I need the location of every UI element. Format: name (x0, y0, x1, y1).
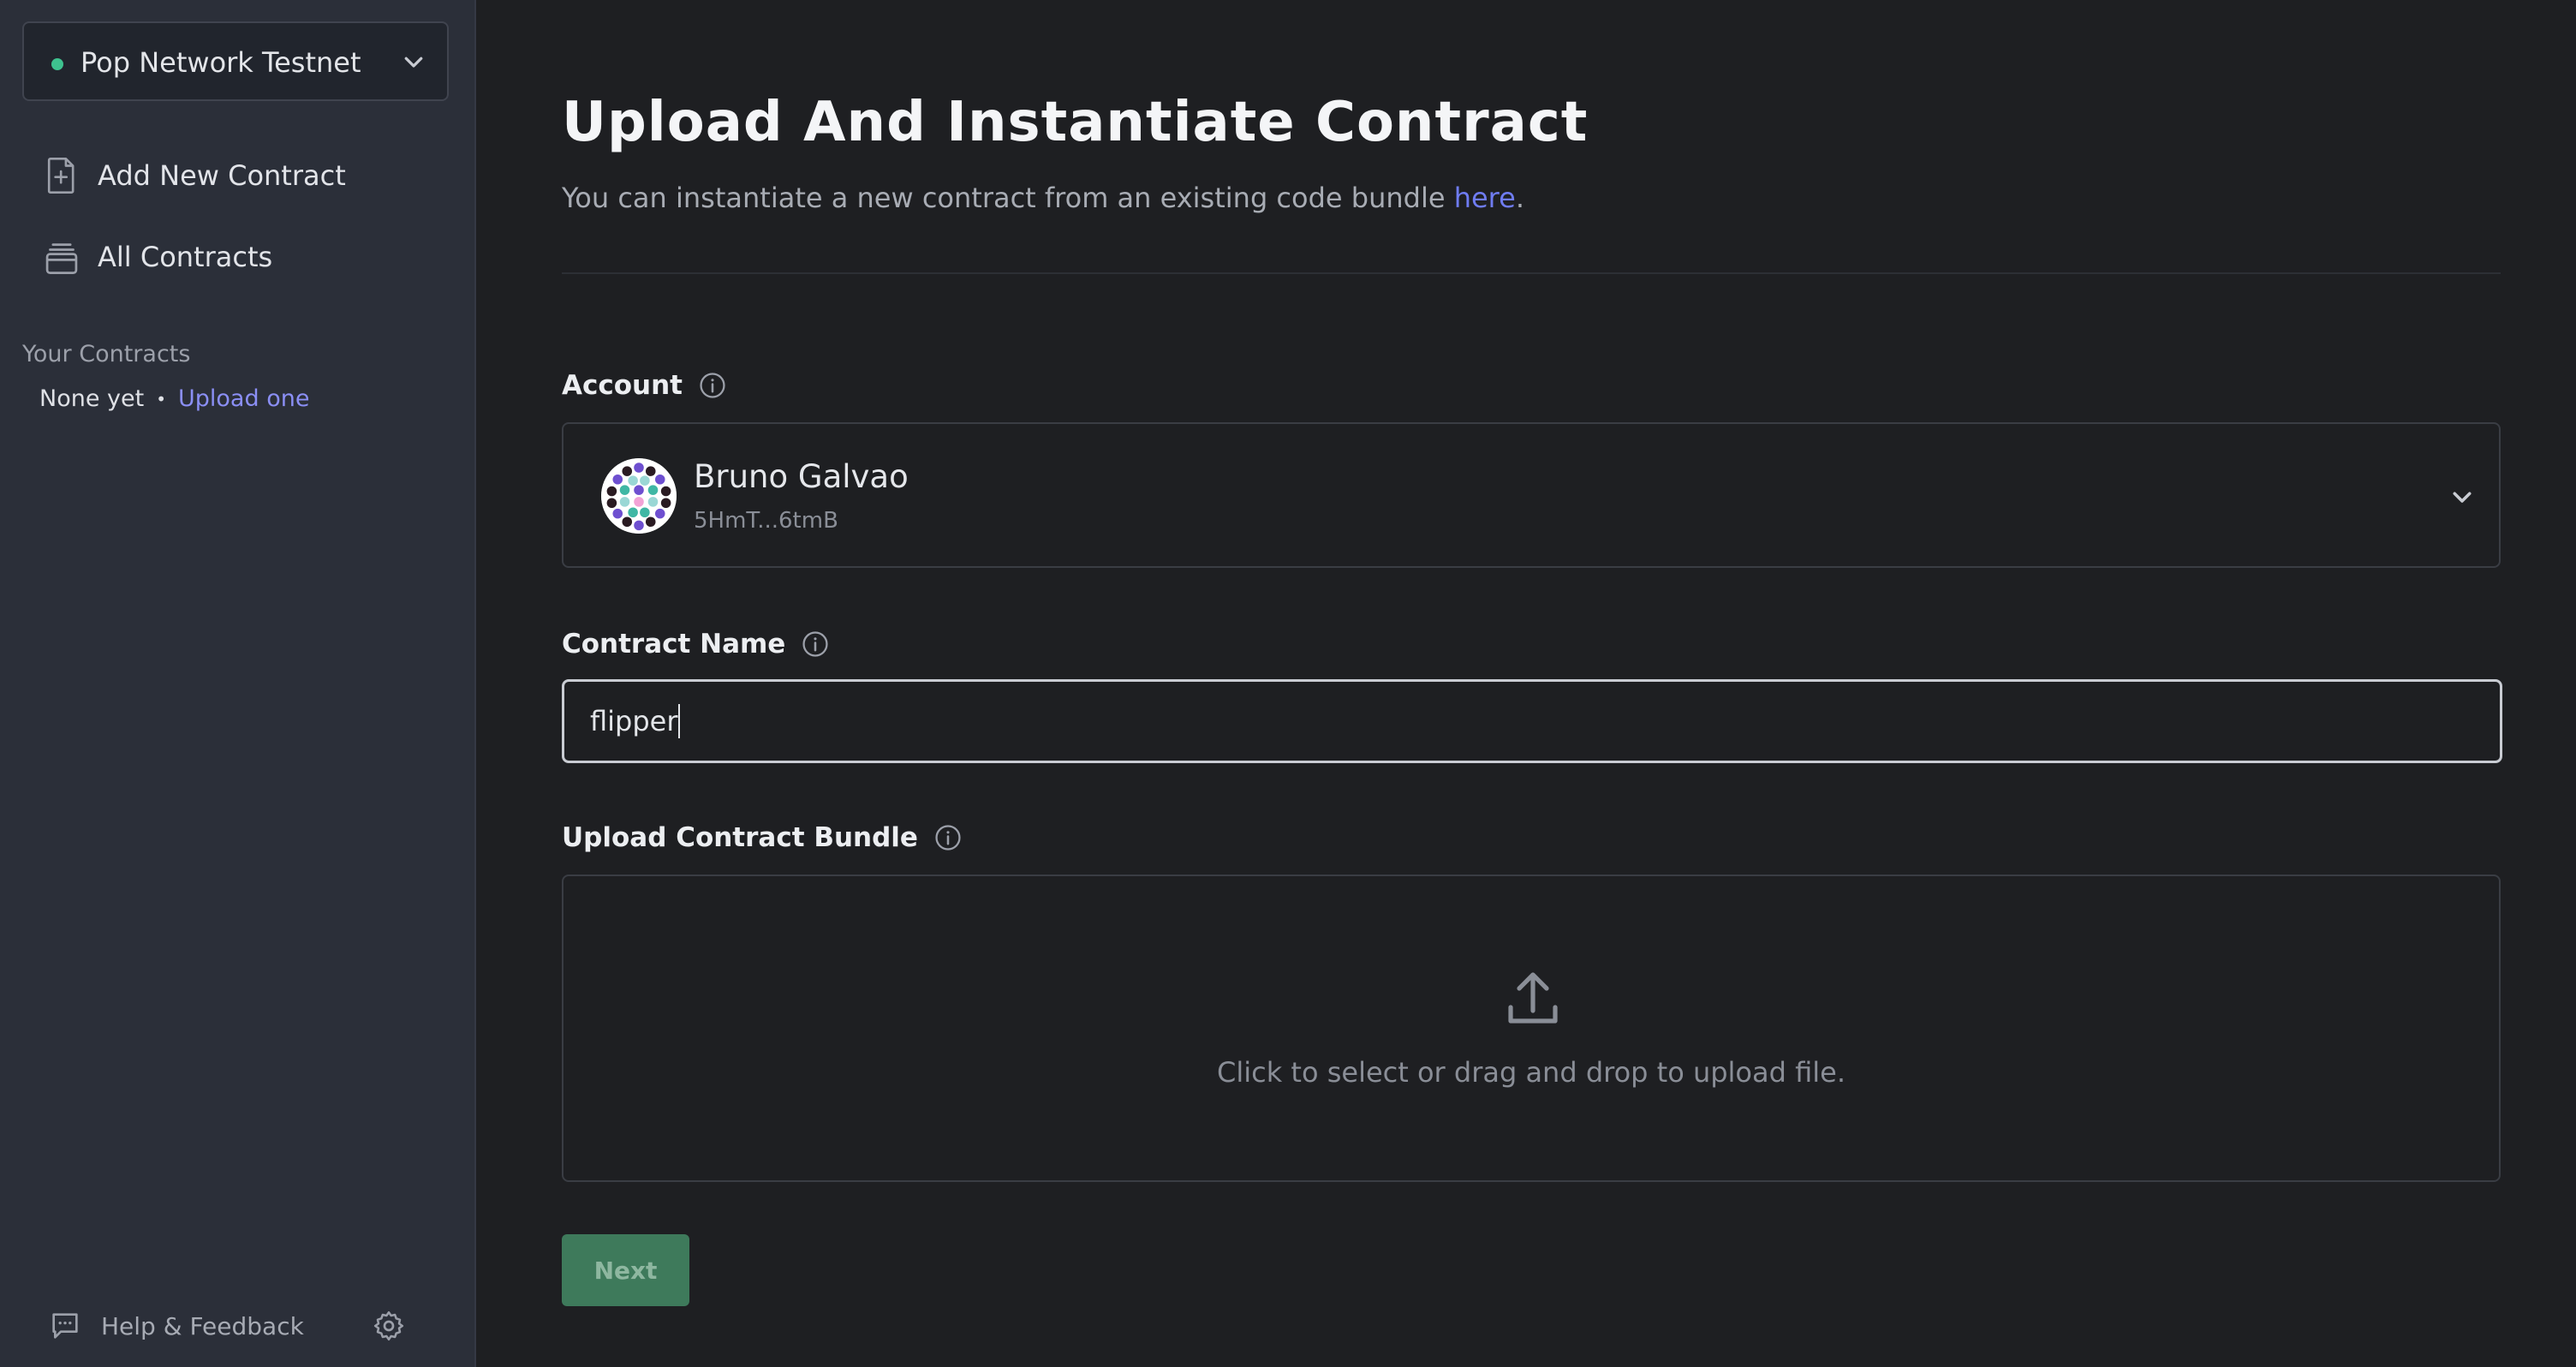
account-identicon (601, 458, 677, 534)
upload-icon (1508, 972, 1558, 1024)
account-address: 5HmT...6tmB (694, 508, 838, 534)
subtitle-text: You can instantiate a new contract from … (562, 182, 1454, 214)
gear-icon[interactable] (372, 1309, 406, 1343)
account-label: Account (562, 370, 727, 401)
your-contracts-empty: None yet • Upload one (39, 385, 309, 412)
sidebar-item-all-contracts[interactable]: All Contracts (43, 231, 437, 283)
account-label-text: Account (562, 370, 683, 401)
subtitle-end: . (1515, 182, 1524, 214)
page-subtitle: You can instantiate a new contract from … (562, 182, 1524, 214)
network-label: Pop Network Testnet (80, 46, 361, 79)
network-selector[interactable]: Pop Network Testnet (22, 21, 449, 101)
upload-bundle-label-text: Upload Contract Bundle (562, 822, 918, 853)
file-dropzone[interactable]: Click to select or drag and drop to uplo… (562, 875, 2501, 1182)
upload-bundle-label: Upload Contract Bundle (562, 822, 963, 853)
account-name: Bruno Galvao (694, 458, 909, 495)
chevron-down-icon (404, 57, 423, 68)
help-label: Help & Feedback (101, 1311, 304, 1340)
help-feedback-link[interactable]: Help & Feedback (48, 1309, 304, 1343)
sidebar-item-label: All Contracts (98, 241, 273, 273)
divider (562, 272, 2501, 274)
info-icon[interactable] (698, 371, 727, 400)
empty-text: None yet (39, 385, 145, 412)
info-icon[interactable] (801, 630, 830, 659)
upload-one-link[interactable]: Upload one (178, 385, 309, 412)
separator: • (156, 388, 166, 409)
network-status-dot (51, 58, 63, 70)
dropzone-hint: Click to select or drag and drop to uplo… (1217, 1056, 1846, 1089)
your-contracts-heading: Your Contracts (22, 341, 191, 367)
info-icon[interactable] (933, 823, 963, 852)
here-link[interactable]: here (1454, 182, 1516, 214)
contract-name-input[interactable] (562, 679, 2502, 763)
account-selector[interactable]: Bruno Galvao 5HmT...6tmB (562, 422, 2501, 568)
sidebar-item-label: Add New Contract (98, 159, 346, 192)
page-title: Upload And Instantiate Contract (562, 91, 1589, 154)
main-content: Upload And Instantiate Contract You can … (476, 0, 2576, 1367)
text-cursor (678, 704, 680, 738)
next-button[interactable]: Next (562, 1234, 689, 1306)
file-plus-icon (43, 154, 80, 197)
chevron-down-icon (2453, 492, 2472, 503)
contract-name-label: Contract Name (562, 629, 830, 660)
sidebar-item-add-new-contract[interactable]: Add New Contract (43, 150, 437, 201)
chat-icon (52, 1313, 78, 1339)
sidebar: Pop Network Testnet Add New Contract All… (0, 0, 476, 1367)
stack-icon (43, 236, 80, 278)
contract-name-label-text: Contract Name (562, 629, 786, 660)
